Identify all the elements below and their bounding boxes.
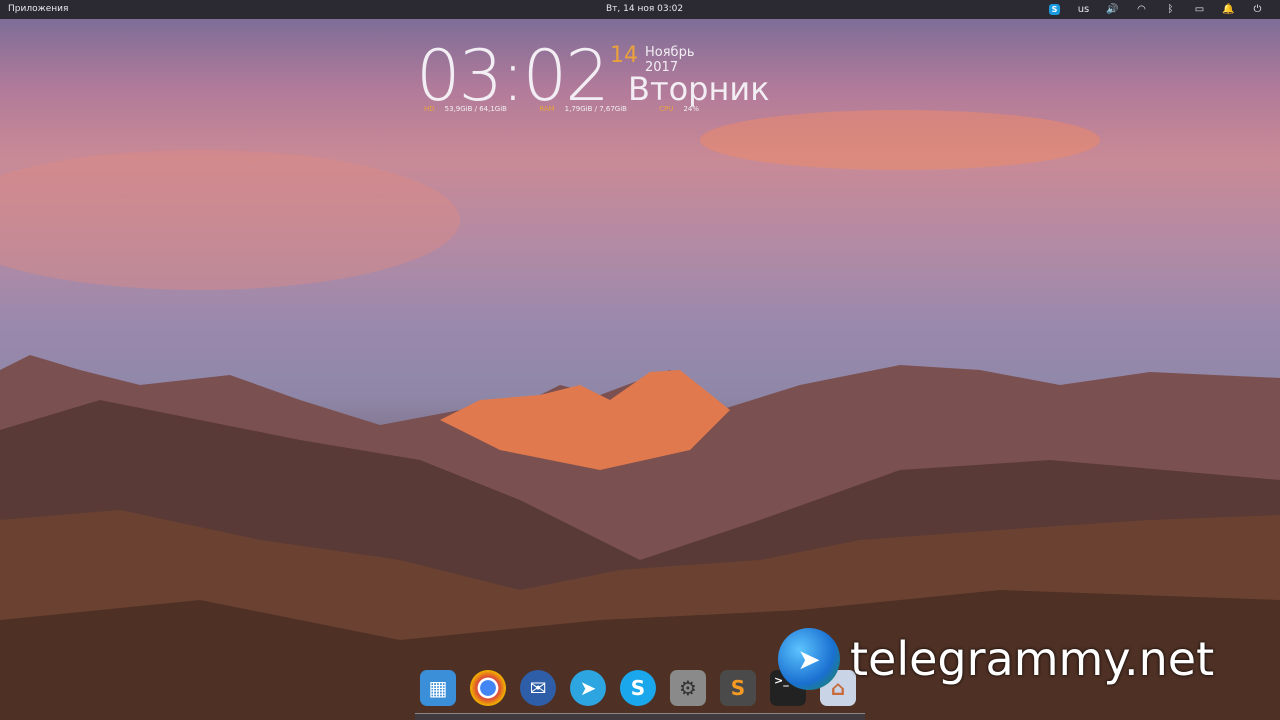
chrome-icon[interactable]	[470, 670, 506, 706]
bluetooth-icon[interactable]: ᛒ	[1156, 2, 1185, 17]
hd-label: HD	[424, 105, 435, 113]
skype-dock-icon[interactable]: S	[620, 670, 656, 706]
sublime-text-icon[interactable]: S	[720, 670, 756, 706]
wifi-icon[interactable]: ◠	[1127, 2, 1156, 17]
dock-background	[415, 713, 865, 720]
telegram-icon[interactable]: ➤	[570, 670, 606, 706]
skype-icon[interactable]: S	[1040, 2, 1069, 17]
watermark-text: telegrammy.net	[850, 632, 1215, 686]
system-stats: HD 53,9GiB / 64,1GiB RAM 1,79GiB / 7,67GiB…	[424, 105, 729, 113]
thunderbird-icon[interactable]: ✉	[520, 670, 556, 706]
ram-label: RAM	[539, 105, 555, 113]
volume-icon[interactable]: 🔊	[1098, 2, 1127, 17]
cpu-value: 24%	[683, 105, 699, 113]
widget-weekday: Вторник	[628, 70, 770, 108]
hd-value: 53,9GiB / 64,1GiB	[444, 105, 507, 113]
system-tray: S us 🔊 ◠ ᛒ ▭ 🔔 ⏻	[1040, 2, 1272, 17]
telegram-globe-logo: ➤	[778, 628, 840, 690]
keyboard-layout-indicator[interactable]: us	[1069, 2, 1098, 17]
power-icon[interactable]: ⏻	[1243, 2, 1272, 17]
system-settings-icon[interactable]: ⚙	[670, 670, 706, 706]
watermark: ➤ telegrammy.net	[778, 628, 1214, 690]
workspaces-icon[interactable]: ▦	[420, 670, 456, 706]
bell-icon[interactable]: 🔔	[1214, 2, 1243, 17]
battery-icon[interactable]: ▭	[1185, 2, 1214, 17]
ram-value: 1,79GiB / 7,67GiB	[564, 105, 627, 113]
widget-time: 03:02	[416, 35, 610, 117]
applications-menu[interactable]: Приложения	[8, 4, 68, 14]
cpu-label: CPU	[659, 105, 674, 113]
panel-clock[interactable]: Вт, 14 ноя 03:02	[606, 4, 683, 14]
widget-day: 14	[610, 43, 638, 68]
top-panel: Приложения Вт, 14 ноя 03:02 S us 🔊 ◠ ᛒ ▭…	[0, 0, 1280, 19]
